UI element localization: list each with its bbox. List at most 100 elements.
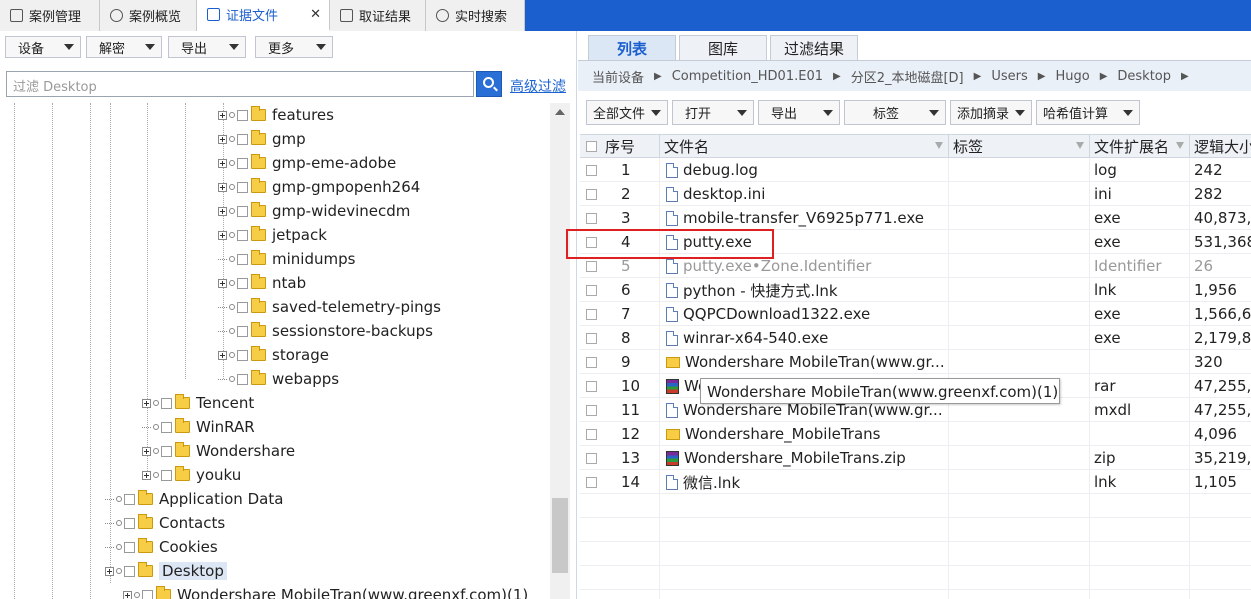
row-checkbox[interactable] bbox=[586, 380, 597, 392]
tab-evidence-files[interactable]: 证据文件 ✕ bbox=[197, 0, 330, 31]
tree-checkbox[interactable] bbox=[161, 445, 172, 457]
row-checkbox[interactable] bbox=[586, 428, 597, 440]
expand-icon[interactable] bbox=[142, 470, 151, 480]
expand-icon[interactable] bbox=[142, 398, 151, 408]
tree-node[interactable]: features bbox=[218, 104, 334, 126]
export-menu-button[interactable]: 导出 bbox=[168, 36, 246, 58]
tree-checkbox[interactable] bbox=[237, 109, 248, 121]
scroll-up-icon[interactable] bbox=[555, 109, 565, 115]
tree-checkbox[interactable] bbox=[161, 469, 172, 481]
tree-checkbox[interactable] bbox=[237, 229, 248, 241]
tree-checkbox[interactable] bbox=[124, 493, 135, 505]
search-button[interactable] bbox=[476, 71, 502, 97]
row-checkbox[interactable] bbox=[586, 404, 597, 416]
tab-filter-results[interactable]: 过滤结果 bbox=[770, 35, 858, 61]
open-button[interactable]: 打开 bbox=[672, 100, 754, 125]
breadcrumb-item[interactable]: Competition_HD01.E01 bbox=[672, 69, 823, 84]
table-row[interactable]: 2 desktop.ini ini 282 bbox=[580, 182, 1251, 206]
tree-checkbox[interactable] bbox=[237, 325, 248, 337]
breadcrumb-item[interactable]: Hugo bbox=[1055, 69, 1089, 84]
tree-node[interactable]: Tencent bbox=[142, 392, 254, 414]
column-header-name[interactable]: 文件名 bbox=[660, 135, 949, 158]
expand-icon[interactable] bbox=[218, 182, 227, 192]
row-checkbox[interactable] bbox=[586, 260, 597, 272]
tab-realtime-search[interactable]: 实时搜索 bbox=[426, 0, 525, 31]
breadcrumb-item[interactable]: 分区2_本地磁盘[D] bbox=[851, 67, 964, 86]
tag-button[interactable]: 标签 bbox=[844, 100, 946, 125]
tree-checkbox[interactable] bbox=[237, 277, 248, 289]
table-row[interactable]: 1 debug.log log 242 bbox=[580, 158, 1251, 182]
row-checkbox[interactable] bbox=[586, 356, 597, 368]
decrypt-menu-button[interactable]: 解密 bbox=[86, 36, 162, 58]
row-checkbox[interactable] bbox=[586, 308, 597, 320]
breadcrumb-item[interactable]: 当前设备 bbox=[592, 67, 644, 86]
tree-node[interactable]: ntab bbox=[218, 272, 306, 294]
column-header-seq[interactable]: 序号 bbox=[580, 135, 660, 158]
expand-icon[interactable] bbox=[218, 110, 227, 120]
table-row[interactable]: 12 Wondershare_MobileTrans 4,096 bbox=[580, 422, 1251, 446]
row-checkbox[interactable] bbox=[586, 164, 597, 176]
tree-checkbox[interactable] bbox=[124, 541, 135, 553]
table-row[interactable]: 7 QQPCDownload1322.exe exe1,566,69 bbox=[580, 302, 1251, 326]
all-files-dropdown[interactable]: 全部文件 bbox=[586, 100, 668, 125]
column-header-ext[interactable]: 文件扩展名 bbox=[1090, 135, 1190, 158]
tree-checkbox[interactable] bbox=[237, 253, 248, 265]
tab-forensic-results[interactable]: 取证结果 bbox=[330, 0, 426, 31]
tree-node[interactable]: gmp-gmpopenh264 bbox=[218, 176, 420, 198]
hash-calc-button[interactable]: 哈希值计算 bbox=[1036, 100, 1140, 125]
expand-icon[interactable] bbox=[218, 206, 227, 216]
expand-icon[interactable] bbox=[218, 134, 227, 144]
tree-checkbox[interactable] bbox=[161, 421, 172, 433]
tree-checkbox[interactable] bbox=[237, 301, 248, 313]
filter-input[interactable]: 过滤 Desktop bbox=[6, 71, 474, 97]
filter-icon[interactable] bbox=[935, 142, 943, 149]
tree-checkbox[interactable] bbox=[237, 157, 248, 169]
expand-icon[interactable] bbox=[218, 158, 227, 168]
select-all-checkbox[interactable] bbox=[586, 141, 597, 152]
add-excerpt-button[interactable]: 添加摘录 bbox=[950, 100, 1032, 125]
tree-node[interactable]: jetpack bbox=[218, 224, 327, 246]
table-row[interactable]: 6 python - 快捷方式.lnk lnk 1,956 bbox=[580, 278, 1251, 302]
close-icon[interactable]: ✕ bbox=[310, 7, 321, 22]
tab-gallery[interactable]: 图库 bbox=[679, 35, 767, 61]
row-checkbox[interactable] bbox=[586, 452, 597, 464]
collapse-icon[interactable] bbox=[105, 566, 114, 576]
row-checkbox[interactable] bbox=[586, 332, 597, 344]
row-checkbox[interactable] bbox=[586, 476, 597, 488]
filter-icon[interactable] bbox=[1176, 142, 1184, 149]
tab-list[interactable]: 列表 bbox=[588, 35, 676, 61]
tree-node[interactable]: gmp-widevinecdm bbox=[218, 200, 410, 222]
column-header-size[interactable]: 逻辑大小 bbox=[1190, 135, 1251, 158]
breadcrumb-item[interactable]: Desktop bbox=[1117, 69, 1171, 84]
table-row[interactable]: 8 winrar-x64-540.exe exe2,179,85 bbox=[580, 326, 1251, 350]
more-menu-button[interactable]: 更多 bbox=[255, 36, 333, 58]
tree-node[interactable]: Contacts bbox=[105, 512, 225, 534]
expand-icon[interactable] bbox=[218, 230, 227, 240]
scrollbar-thumb[interactable] bbox=[552, 498, 568, 573]
tree-node[interactable]: gmp-eme-adobe bbox=[218, 152, 396, 174]
tree-node-desktop[interactable]: Desktop bbox=[105, 560, 227, 582]
expand-icon[interactable] bbox=[218, 350, 227, 360]
filter-icon[interactable] bbox=[1076, 142, 1084, 149]
tree-node[interactable]: storage bbox=[218, 344, 329, 366]
tree-scrollbar[interactable] bbox=[550, 103, 570, 599]
tree-checkbox[interactable] bbox=[142, 589, 153, 599]
expand-icon[interactable] bbox=[142, 446, 151, 456]
tree-node[interactable]: sessionstore-backups bbox=[218, 320, 433, 342]
tree-checkbox[interactable] bbox=[161, 397, 172, 409]
tree-node[interactable]: Application Data bbox=[105, 488, 283, 510]
tab-case-overview[interactable]: 案例概览 bbox=[100, 0, 197, 31]
expand-icon[interactable] bbox=[218, 278, 227, 288]
table-row[interactable]: 14 微信.lnk lnk 1,105 bbox=[580, 470, 1251, 494]
row-checkbox[interactable] bbox=[586, 284, 597, 296]
tree-checkbox[interactable] bbox=[237, 349, 248, 361]
advanced-filter-link[interactable]: 高级过滤 bbox=[510, 76, 566, 96]
tree-checkbox[interactable] bbox=[124, 517, 135, 529]
row-checkbox[interactable] bbox=[586, 212, 597, 224]
tree-node[interactable]: minidumps bbox=[218, 248, 355, 270]
tree-checkbox[interactable] bbox=[237, 205, 248, 217]
breadcrumb-item[interactable]: Users bbox=[991, 69, 1027, 84]
tree-node[interactable]: WinRAR bbox=[142, 416, 255, 438]
tab-case-management[interactable]: 案例管理 bbox=[0, 0, 100, 31]
tree-checkbox[interactable] bbox=[237, 181, 248, 193]
